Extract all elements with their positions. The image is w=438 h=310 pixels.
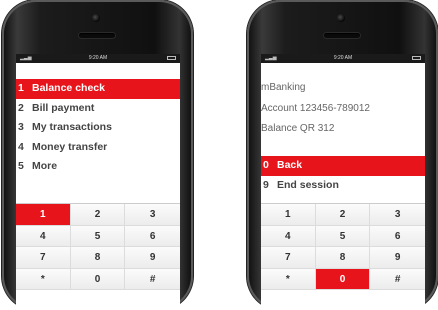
status-bar: ▂▃▅ 9:20 AM <box>261 54 425 63</box>
phone-right: ▂▃▅ 9:20 AM mBanking Account 123456-7890… <box>247 0 438 310</box>
key-6[interactable]: 6 <box>125 225 180 247</box>
app-name: mBanking <box>261 82 306 93</box>
key-star[interactable]: * <box>261 268 316 290</box>
key-9[interactable]: 9 <box>125 247 180 269</box>
key-0[interactable]: 0 <box>70 268 126 290</box>
menu-item-number: 4 <box>18 140 24 153</box>
key-8[interactable]: 8 <box>315 247 371 269</box>
menu-item-number: 9 <box>263 178 269 191</box>
menu-item-balance-check[interactable]: 1 Balance check <box>16 79 180 99</box>
menu-item-label: Bill payment <box>32 101 95 114</box>
phone-screen: ▂▃▅ 9:20 AM 1 Balance check 2 Bill payment… <box>16 54 180 310</box>
menu-item-number: 2 <box>18 101 24 114</box>
key-5[interactable]: 5 <box>70 225 126 247</box>
key-star[interactable]: * <box>16 268 71 290</box>
menu-item-money-transfer[interactable]: 4 Money transfer <box>16 138 180 158</box>
key-9[interactable]: 9 <box>370 247 425 269</box>
signal-icon: ▂▃▅ <box>20 55 32 61</box>
menu-item-label: Balance check <box>32 82 105 94</box>
menu-item-my-transactions[interactable]: 3 My transactions <box>16 118 180 138</box>
key-4[interactable]: 4 <box>261 225 316 247</box>
dial-keypad: 1 2 3 4 5 6 7 8 9 * 0 # <box>261 203 425 290</box>
phone-screen: ▂▃▅ 9:20 AM mBanking Account 123456-7890… <box>261 54 425 310</box>
key-6[interactable]: 6 <box>370 225 425 247</box>
key-7[interactable]: 7 <box>16 247 71 269</box>
signal-icon: ▂▃▅ <box>265 55 277 61</box>
key-2[interactable]: 2 <box>70 204 126 226</box>
status-bar: ▂▃▅ 9:20 AM <box>16 54 180 63</box>
key-0[interactable]: 0 <box>315 268 371 290</box>
menu-item-more[interactable]: 5 More <box>16 157 180 177</box>
menu-item-end-session[interactable]: 9 End session <box>261 176 425 196</box>
menu-item-number: 5 <box>18 160 24 172</box>
menu-item-label: More <box>32 160 58 172</box>
key-5[interactable]: 5 <box>315 225 371 247</box>
battery-icon <box>167 56 176 60</box>
menu-item-label: Back <box>277 159 303 171</box>
account-balance: Balance QR 312 <box>261 123 335 134</box>
camera-icon <box>92 14 100 22</box>
speaker-grille <box>79 33 115 38</box>
ussd-menu: 1 Balance check 2 Bill payment 3 My transac… <box>16 79 180 177</box>
key-3[interactable]: 3 <box>370 204 425 226</box>
account-info: mBanking Account 123456-789012 Balance Q… <box>261 78 370 140</box>
key-3[interactable]: 3 <box>125 204 180 226</box>
key-hash[interactable]: # <box>370 268 425 290</box>
speaker-grille <box>324 33 360 38</box>
key-hash[interactable]: # <box>125 268 180 290</box>
status-time: 9:20 AM <box>88 55 108 61</box>
menu-item-label: End session <box>277 178 339 191</box>
dial-keypad: 1 2 3 4 5 6 7 8 9 * 0 # <box>16 203 180 290</box>
menu-item-number: 1 <box>18 82 24 94</box>
menu-item-label: My transactions <box>32 121 112 133</box>
key-1[interactable]: 1 <box>16 204 71 226</box>
key-8[interactable]: 8 <box>70 247 126 269</box>
menu-item-bill-payment[interactable]: 2 Bill payment <box>16 99 180 119</box>
menu-item-back[interactable]: 0 Back <box>261 156 425 176</box>
account-number: Account 123456-789012 <box>261 102 370 114</box>
ussd-menu: 0 Back 9 End session <box>261 156 425 195</box>
key-4[interactable]: 4 <box>16 225 71 247</box>
status-time: 9:20 AM <box>333 55 353 61</box>
key-7[interactable]: 7 <box>261 247 316 269</box>
key-2[interactable]: 2 <box>315 204 371 226</box>
key-1[interactable]: 1 <box>261 204 316 226</box>
menu-item-label: Money transfer <box>32 140 108 153</box>
menu-item-number: 0 <box>263 159 269 171</box>
phone-left: ▂▃▅ 9:20 AM 1 Balance check 2 Bill payment… <box>2 0 193 310</box>
battery-icon <box>412 56 421 60</box>
menu-item-number: 3 <box>18 121 24 133</box>
camera-icon <box>337 14 345 22</box>
